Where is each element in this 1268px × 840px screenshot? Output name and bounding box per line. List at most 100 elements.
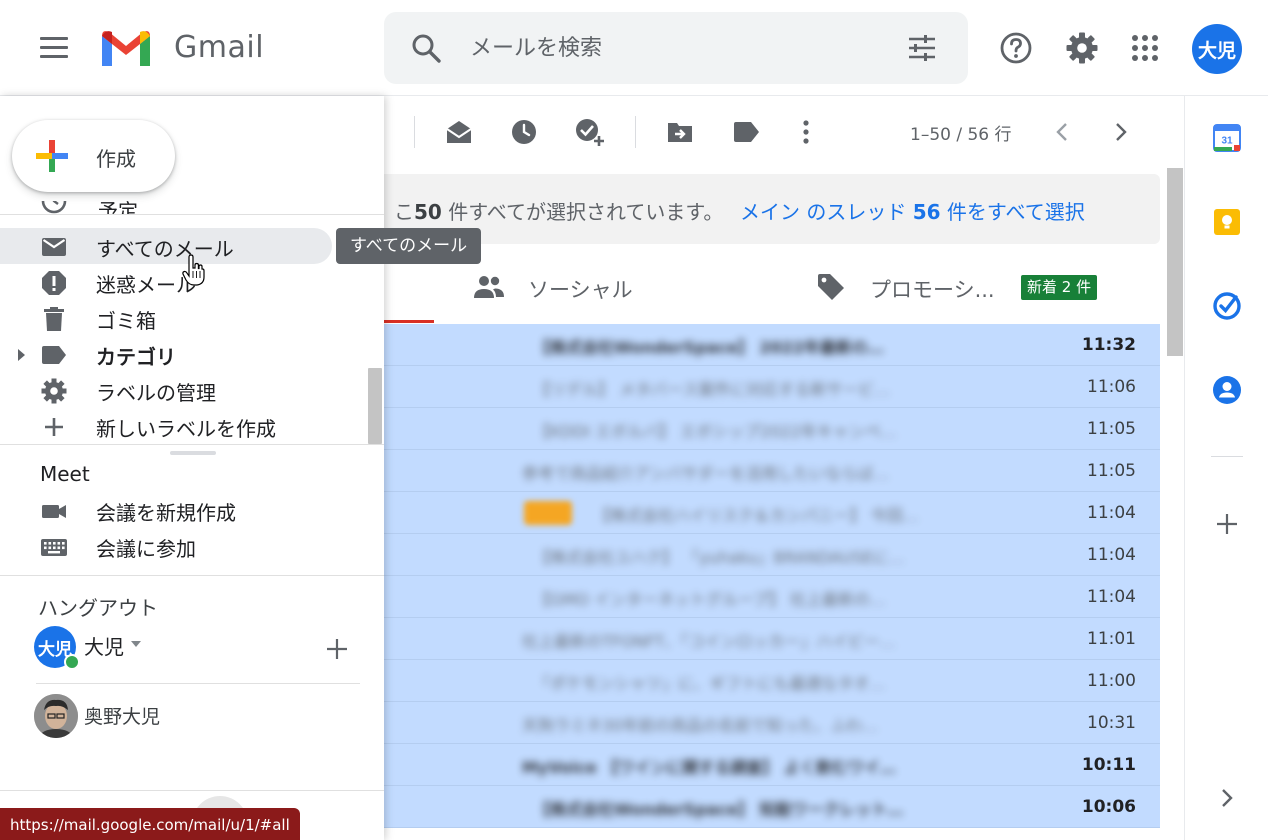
- menu-icon: [40, 37, 68, 40]
- sidebar-item-label: 迷惑メール: [96, 273, 196, 297]
- tag-icon: [818, 274, 844, 300]
- email-row[interactable]: 【GMO インターネットグループ】 社上最新の… 11:04: [384, 576, 1160, 618]
- email-preview: 【株式会社WonderSpace】 知能ワークレット…: [534, 800, 904, 819]
- spam-icon: [42, 271, 66, 295]
- more-vert-icon: [803, 120, 809, 144]
- hangouts-user-status[interactable]: 大児 大児: [34, 626, 334, 670]
- sidebar-item-trash[interactable]: ゴミ箱: [0, 300, 332, 336]
- calendar-day: 31: [1221, 136, 1233, 147]
- compose-button[interactable]: 作成: [12, 120, 175, 192]
- email-preview: 天狗ラミネ30年前の商品の名前で知った、ふわ…: [522, 716, 879, 735]
- category-tabs: ソーシャル プロモーシ... 新着 2 件: [384, 246, 1160, 322]
- email-row[interactable]: MyVoice 【ワインに関する調査】 よく飲むワイ… 10:11: [384, 744, 1160, 786]
- contacts-icon: [1213, 376, 1241, 404]
- mail-list-scrollbar[interactable]: [1167, 168, 1183, 356]
- email-row[interactable]: 【株式会社ユハク】 「yuhaku」BRANDAUSEに… 11:04: [384, 534, 1160, 576]
- hangouts-divider: [36, 683, 360, 684]
- move-to-icon: [668, 123, 692, 142]
- email-row[interactable]: 天狗ラミネ30年前の商品の名前で知った、ふわ… 10:31: [384, 702, 1160, 744]
- new-mail-badge: 新着 2 件: [1021, 275, 1098, 300]
- email-row[interactable]: 【リデル】 メタバース案件に対応する新サービ… 11:06: [384, 366, 1160, 408]
- add-addon-button[interactable]: [1207, 504, 1247, 544]
- compose-divider: [0, 214, 384, 215]
- email-preview: 参考で商品紹介アンバサダーを活用したいならば…: [522, 464, 890, 483]
- link-status-bar: https://mail.google.com/mail/u/1/#all: [0, 808, 300, 840]
- sidebar-item-spam[interactable]: 迷惑メール: [0, 264, 332, 300]
- account-avatar[interactable]: 大児: [1192, 24, 1242, 74]
- email-row[interactable]: 【株式会社WonderSpace】 2022年最新の… 11:32: [384, 324, 1160, 366]
- search-icon[interactable]: [410, 32, 442, 64]
- email-row[interactable]: 参考で商品紹介アンバサダーを活用したいならば… 11:05: [384, 450, 1160, 492]
- menu-icon-bar: [40, 46, 68, 49]
- mark-read-icon: [446, 121, 472, 143]
- meet-new-meeting[interactable]: 会議を新規作成: [0, 492, 332, 528]
- sidebar-item-partial[interactable]: 予定: [40, 201, 140, 215]
- email-time: 10:06: [1081, 797, 1136, 817]
- settings-icon: [1066, 32, 1098, 64]
- email-row[interactable]: 【KDDI エボルバ】 エボシップ2022年キャンペ… 11:05: [384, 408, 1160, 450]
- email-time: 10:11: [1081, 755, 1136, 775]
- toolbar-separator: [635, 116, 636, 148]
- email-row[interactable]: 「ポケモンシャツ」に、ギフトにも最適なタオ… 11:00: [384, 660, 1160, 702]
- help-button[interactable]: [992, 24, 1040, 72]
- meet-join-meeting[interactable]: 会議に参加: [0, 528, 332, 564]
- banner-prefix: こ: [394, 200, 414, 224]
- add-contact-icon[interactable]: [322, 634, 352, 664]
- calendar-button[interactable]: 31: [1207, 118, 1247, 158]
- email-time: 11:04: [1087, 545, 1136, 565]
- sidebar-item-partial-label: 予定: [98, 201, 138, 215]
- prev-page-button[interactable]: [1044, 114, 1080, 150]
- expand-icon: [1222, 789, 1233, 807]
- tab-social-label: ソーシャル: [528, 278, 633, 302]
- sidebar-item-all-mail[interactable]: すべてのメール: [0, 228, 332, 264]
- keep-button[interactable]: [1207, 202, 1247, 242]
- email-row[interactable]: 【株式会社WonderSpace】 知能ワークレット… 10:06: [384, 786, 1160, 828]
- sidebar-item-create-label[interactable]: 新しいラベルを作成: [0, 408, 332, 444]
- trash-icon: [44, 307, 64, 331]
- email-label-chip: [524, 501, 572, 525]
- contacts-button[interactable]: [1207, 370, 1247, 410]
- tune-icon[interactable]: [906, 32, 938, 64]
- mark-read-button[interactable]: [441, 114, 477, 150]
- sidebar-item-categories[interactable]: カテゴリ: [0, 336, 332, 372]
- add-task-button[interactable]: [572, 114, 608, 150]
- compose-plus-icon: [36, 140, 68, 172]
- expand-arrow-icon[interactable]: [18, 349, 25, 361]
- top-header: Gmail メールを検索 大児: [0, 0, 1268, 96]
- gmail-logo[interactable]: [98, 26, 154, 70]
- active-tab-indicator: [384, 320, 434, 323]
- tasks-button[interactable]: [1207, 286, 1247, 326]
- expand-panel-button[interactable]: [1207, 778, 1247, 818]
- chevron-left-icon: [1056, 123, 1067, 141]
- snooze-button[interactable]: [506, 114, 542, 150]
- hangouts-contact[interactable]: 奥野大児: [34, 694, 334, 738]
- people-icon: [474, 276, 504, 298]
- email-row[interactable]: 【株式会社ハイリスク＆カンパニー】 今回… 11:04: [384, 492, 1160, 534]
- settings-button[interactable]: [1058, 24, 1106, 72]
- side-panel-divider: [1211, 456, 1243, 457]
- select-all-prefix: メイン のスレッド: [740, 200, 913, 224]
- next-page-button[interactable]: [1103, 114, 1139, 150]
- email-list: 【株式会社WonderSpace】 2022年最新の… 11:32 【リデル】 メタ…: [384, 324, 1160, 828]
- resize-handle[interactable]: [170, 451, 216, 455]
- sidebar-item-label: ラベルの管理: [96, 381, 216, 405]
- label-icon: [42, 346, 66, 364]
- label-button[interactable]: [728, 114, 764, 150]
- email-preview: 社上最新のTFONFT、「コインロッカー」ハイビー…: [522, 632, 896, 651]
- chevron-right-icon: [1116, 123, 1127, 141]
- select-all-threads-link[interactable]: メイン のスレッド 56 件をすべて選択: [740, 196, 1085, 225]
- search-input[interactable]: [470, 30, 870, 66]
- calendar-icon: 31: [1213, 124, 1241, 152]
- nav-tooltip: すべてのメール: [336, 228, 482, 264]
- more-options-button[interactable]: [788, 114, 824, 150]
- side-panel: 31: [1184, 96, 1268, 840]
- email-preview: 【株式会社WonderSpace】 2022年最新の…: [534, 338, 884, 357]
- google-apps-button[interactable]: [1121, 24, 1169, 72]
- sidebar-item-manage-labels[interactable]: ラベルの管理: [0, 372, 332, 408]
- email-preview: MyVoice 【ワインに関する調査】 よく飲むワイ…: [522, 758, 896, 777]
- email-row[interactable]: 社上最新のTFONFT、「コインロッカー」ハイビー… 11:01: [384, 618, 1160, 660]
- email-preview: 【GMO インターネットグループ】 社上最新の…: [534, 590, 887, 609]
- main-menu-button[interactable]: [30, 28, 78, 68]
- move-to-button[interactable]: [662, 114, 698, 150]
- sidebar-scrollbar[interactable]: [368, 368, 382, 444]
